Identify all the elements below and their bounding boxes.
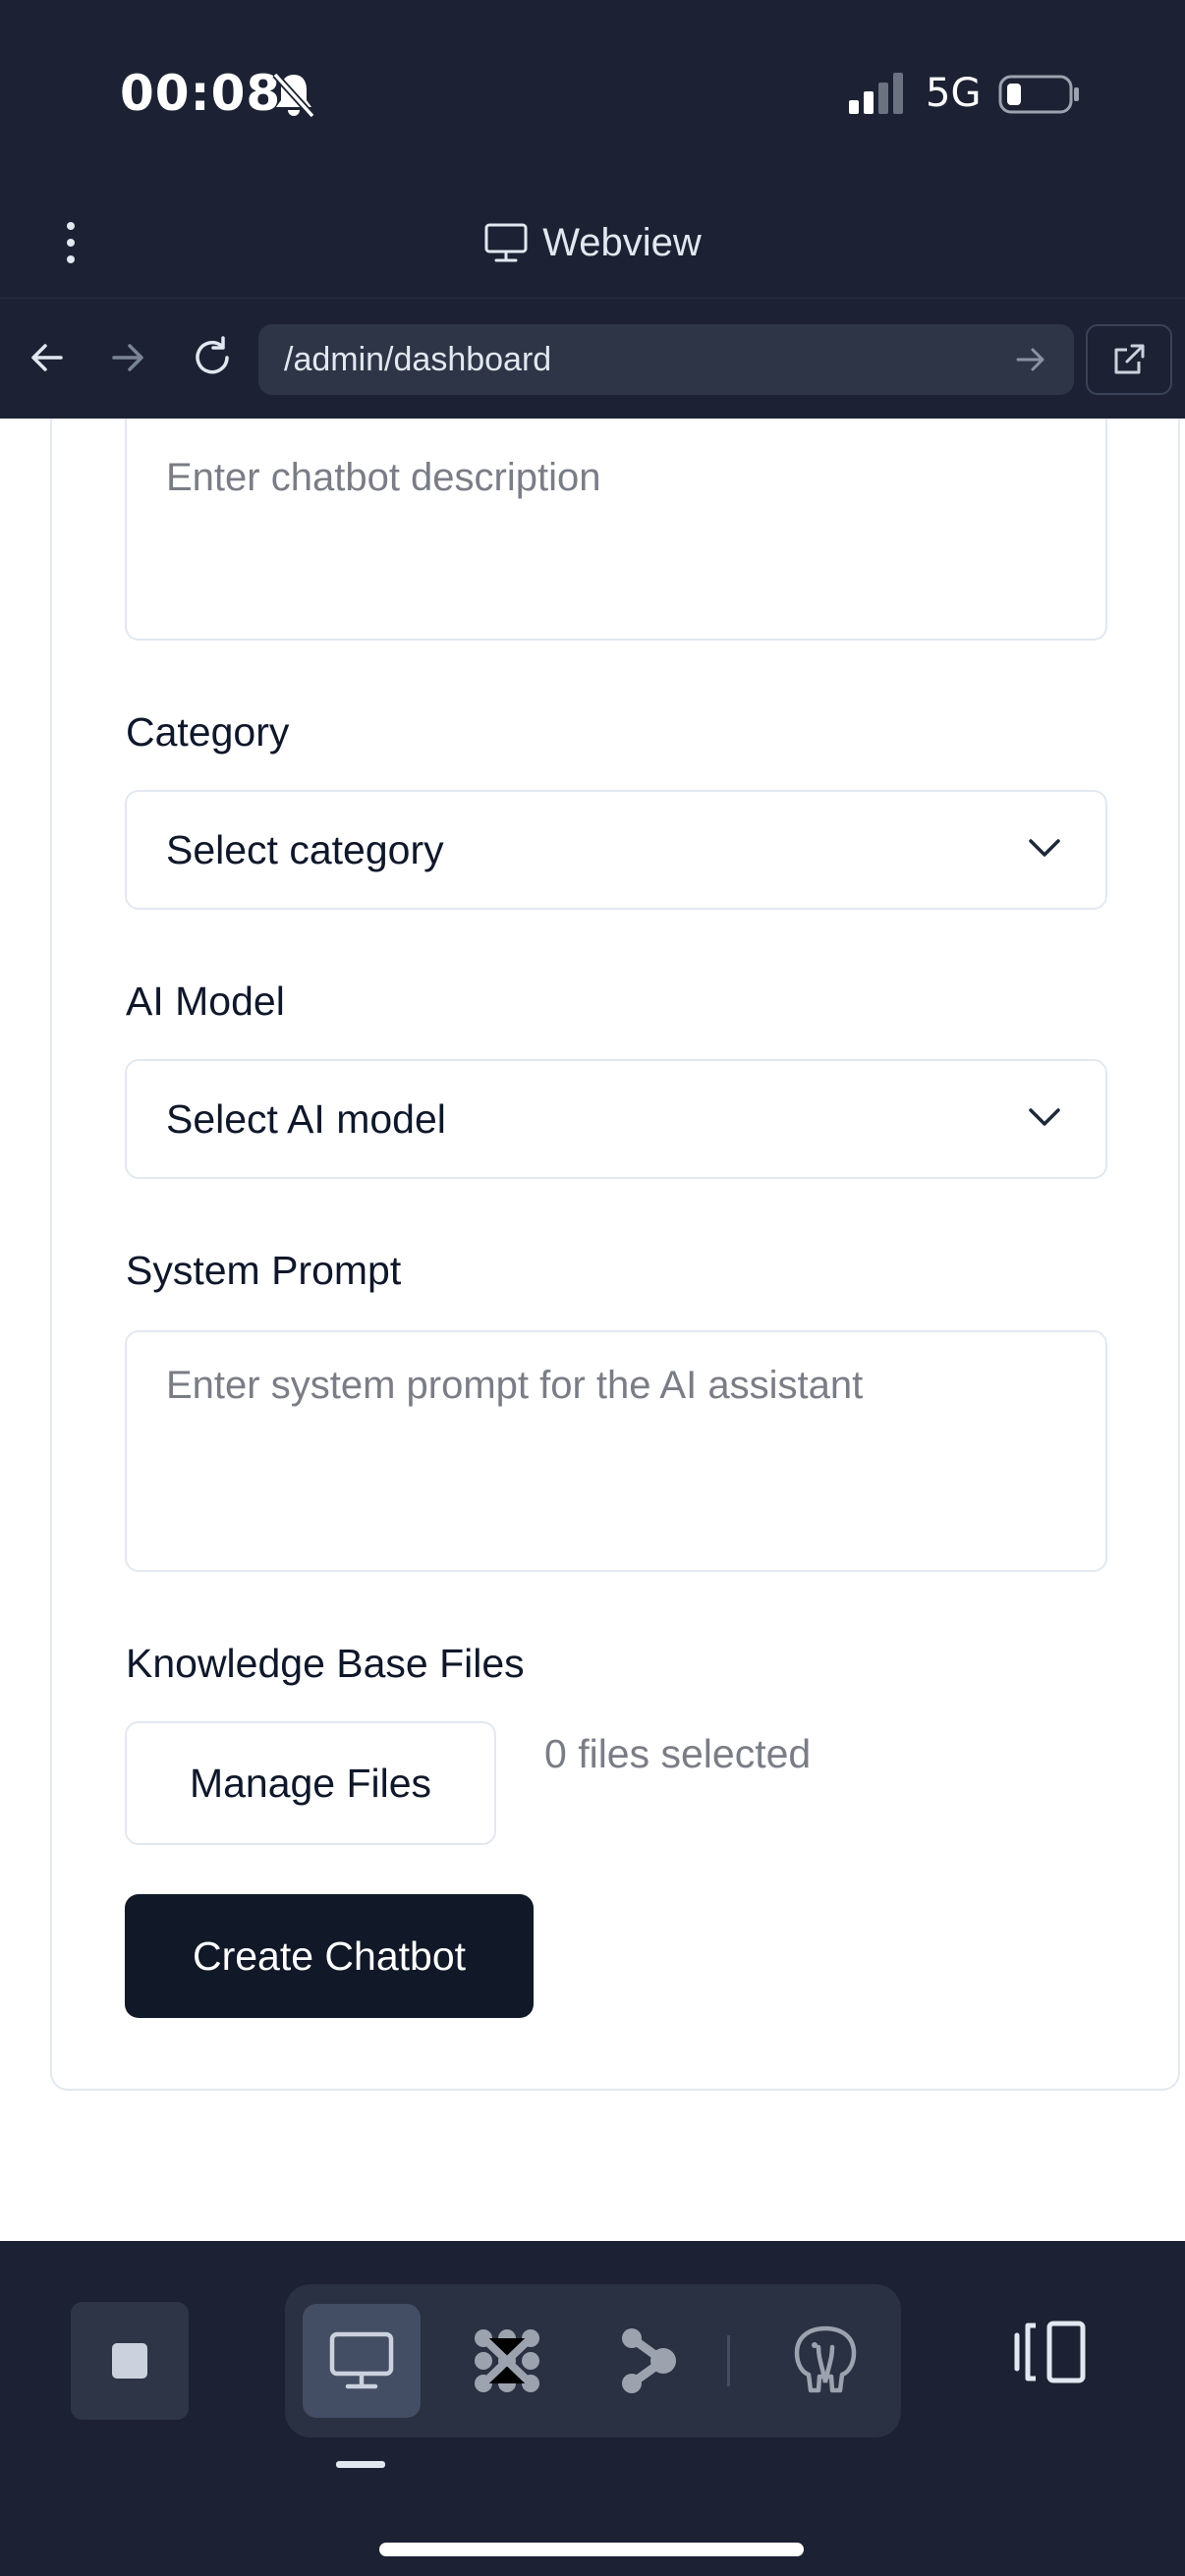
system-prompt-placeholder: Enter system prompt for the AI assistant <box>166 1364 864 1407</box>
battery-icon <box>998 75 1079 114</box>
dock-database-button[interactable] <box>766 2304 884 2418</box>
dock-tool-group <box>285 2284 901 2437</box>
knowledge-files-label: Knowledge Base Files <box>126 1641 525 1686</box>
webview-title-bar: Webview <box>0 187 1185 299</box>
forward-arrow-icon[interactable] <box>98 328 157 387</box>
category-label: Category <box>126 709 290 755</box>
browser-nav-bar: /admin/dashboard <box>0 299 1185 419</box>
page-title: Webview <box>542 220 702 264</box>
stop-button[interactable] <box>71 2302 189 2420</box>
stop-icon <box>112 2343 147 2379</box>
status-bar: 00:08 5G <box>0 0 1185 187</box>
monitor-icon <box>329 2331 394 2389</box>
url-text: /admin/dashboard <box>284 340 552 378</box>
home-indicator <box>379 2543 804 2556</box>
active-tab-indicator <box>336 2461 385 2468</box>
title-group: Webview <box>0 187 1185 299</box>
system-prompt-label: System Prompt <box>126 1248 402 1293</box>
panel-toggle-icon[interactable] <box>1012 2318 1091 2386</box>
go-arrow-icon[interactable] <box>1013 342 1048 377</box>
bell-slash-icon <box>272 72 315 119</box>
ai-model-label: AI Model <box>126 979 285 1024</box>
chevron-down-icon <box>1029 839 1060 857</box>
system-prompt-textarea[interactable]: Enter system prompt for the AI assistant <box>125 1330 1107 1572</box>
url-field[interactable]: /admin/dashboard <box>258 324 1074 395</box>
network-type: 5G <box>926 71 982 116</box>
signal-icon <box>849 73 903 114</box>
share-nodes-icon <box>622 2328 676 2393</box>
dock-cluster-button[interactable] <box>448 2304 566 2418</box>
status-time: 00:08 <box>120 65 282 122</box>
page-content: Enter chatbot description Category Selec… <box>0 419 1185 2241</box>
ai-model-select-value: Select AI model <box>166 1096 446 1142</box>
category-select[interactable]: Select category <box>125 790 1107 910</box>
description-textarea[interactable]: Enter chatbot description <box>125 419 1107 641</box>
chevron-down-icon <box>1029 1108 1060 1126</box>
cluster-icon <box>475 2329 539 2392</box>
files-count: 0 files selected <box>544 1731 812 1776</box>
dock-divider <box>727 2335 730 2386</box>
create-chatbot-button[interactable]: Create Chatbot <box>125 1894 534 2018</box>
database-elephant-icon <box>794 2325 857 2393</box>
external-link-icon[interactable] <box>1086 324 1172 395</box>
dock-share-button[interactable] <box>590 2304 707 2418</box>
category-select-value: Select category <box>166 827 444 872</box>
kebab-menu-icon[interactable] <box>51 218 90 267</box>
manage-files-button[interactable]: Manage Files <box>125 1721 496 1845</box>
dock-webview-button[interactable] <box>303 2304 421 2418</box>
ai-model-select[interactable]: Select AI model <box>125 1059 1107 1179</box>
reload-icon[interactable] <box>183 328 242 387</box>
description-placeholder: Enter chatbot description <box>166 456 601 499</box>
bottom-dock <box>0 2241 1185 2576</box>
monitor-icon <box>484 223 528 262</box>
back-arrow-icon[interactable] <box>18 328 77 387</box>
